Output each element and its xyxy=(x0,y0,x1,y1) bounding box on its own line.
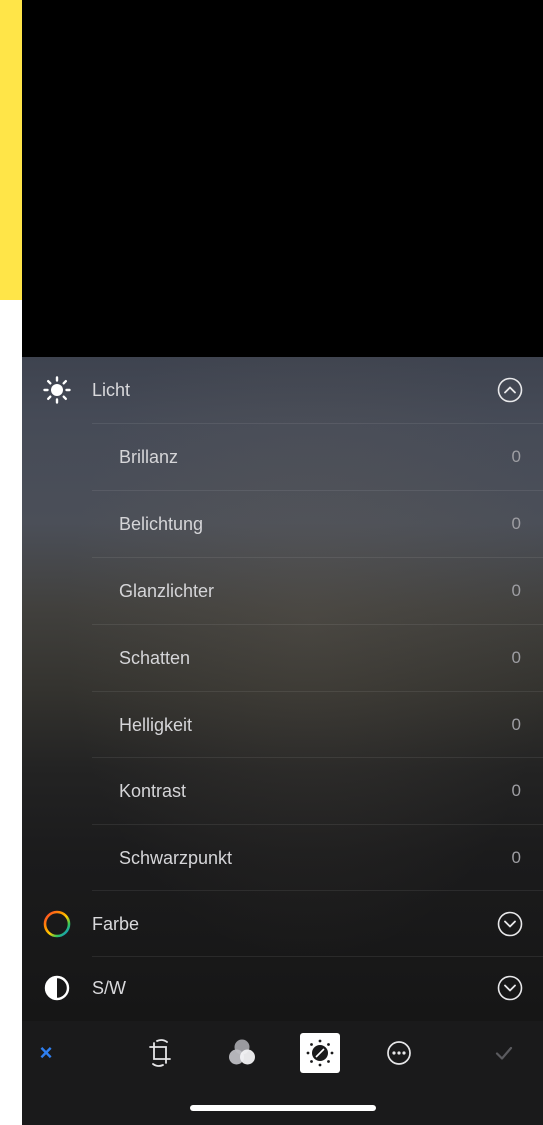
section-bw-label: S/W xyxy=(92,977,126,998)
section-light-header[interactable]: Licht xyxy=(22,357,543,423)
adjustment-label: Kontrast xyxy=(119,780,187,801)
adjustment-label: Brillanz xyxy=(119,446,179,467)
adjustment-label: Schwarzpunkt xyxy=(119,847,233,868)
sun-icon xyxy=(42,375,72,405)
section-bw-header[interactable]: S/W xyxy=(22,955,543,1021)
done-checkmark-icon[interactable] xyxy=(484,1033,524,1073)
color-ring-icon xyxy=(42,909,72,939)
adjustment-value: 0 xyxy=(511,648,521,667)
editor-toolbar: × xyxy=(22,1021,543,1085)
adjustment-value: 0 xyxy=(511,715,521,734)
more-icon[interactable] xyxy=(379,1033,419,1073)
home-indicator-area xyxy=(22,1085,543,1125)
contrast-half-circle-icon xyxy=(42,973,72,1003)
adjustment-label: Helligkeit xyxy=(119,714,193,735)
adjustment-label: Glanzlichter xyxy=(119,580,215,601)
adjustments-panel: Licht Brillanz 0 Belichtung 0 Glanzlicht… xyxy=(22,357,543,1021)
chevron-up-icon[interactable] xyxy=(497,377,523,403)
adjustment-row-helligkeit[interactable]: Helligkeit 0 xyxy=(92,691,543,758)
crop-rotate-icon[interactable] xyxy=(140,1033,180,1073)
filters-icon[interactable] xyxy=(222,1033,262,1073)
adjustment-value: 0 xyxy=(511,581,521,600)
section-light-label: Licht xyxy=(92,379,131,400)
adjustment-value: 0 xyxy=(511,447,521,466)
adjust-icon[interactable] xyxy=(300,1033,340,1073)
home-indicator[interactable] xyxy=(190,1105,376,1111)
section-color-label: Farbe xyxy=(92,913,140,934)
adjustment-value: 0 xyxy=(511,781,521,800)
adjustment-label: Belichtung xyxy=(119,513,204,534)
section-color-header[interactable]: Farbe xyxy=(22,891,543,957)
cancel-button[interactable]: × xyxy=(26,1033,66,1073)
adjustment-row-brillanz[interactable]: Brillanz 0 xyxy=(92,423,543,490)
adjustment-row-kontrast[interactable]: Kontrast 0 xyxy=(92,757,543,824)
adjustment-value: 0 xyxy=(511,848,521,867)
adjustment-row-schwarzpunkt[interactable]: Schwarzpunkt 0 xyxy=(92,824,543,891)
chevron-down-icon[interactable] xyxy=(497,975,523,1001)
adjustment-label: Schatten xyxy=(119,647,191,668)
chevron-down-icon[interactable] xyxy=(497,911,523,937)
adjustment-row-schatten[interactable]: Schatten 0 xyxy=(92,624,543,691)
photo-preview xyxy=(22,0,543,357)
adjustment-row-belichtung[interactable]: Belichtung 0 xyxy=(92,490,543,557)
adjustment-row-glanzlichter[interactable]: Glanzlichter 0 xyxy=(92,557,543,624)
adjustment-value: 0 xyxy=(511,514,521,533)
phone-screen: Licht Brillanz 0 Belichtung 0 Glanzlicht… xyxy=(22,0,543,1125)
